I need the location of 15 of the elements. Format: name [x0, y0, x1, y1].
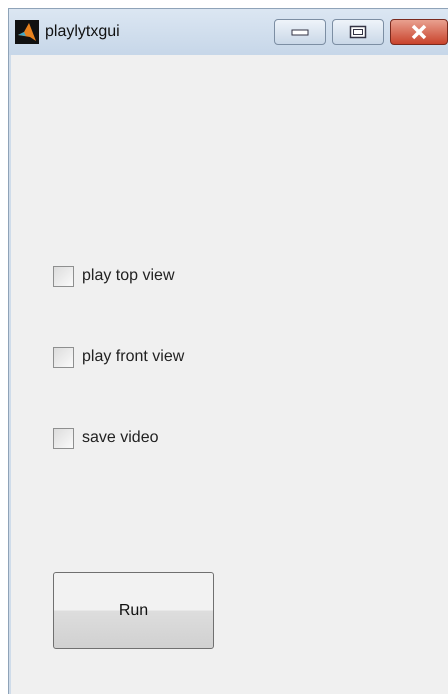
- maximize-button[interactable]: [332, 19, 384, 45]
- minimize-icon: [291, 28, 309, 36]
- checkbox-label: save video: [82, 428, 158, 448]
- run-button[interactable]: Run: [53, 572, 214, 649]
- checkbox[interactable]: [53, 346, 74, 368]
- maximize-icon: [349, 25, 367, 39]
- close-icon: [409, 24, 429, 40]
- close-button[interactable]: [390, 19, 448, 45]
- checkbox-label: play front view: [82, 347, 184, 367]
- app-logo-icon: [15, 20, 39, 44]
- checkbox-label: play top view: [82, 266, 174, 286]
- window-title: playlytxgui: [45, 22, 121, 42]
- minimize-button[interactable]: [274, 19, 326, 45]
- checkbox[interactable]: [53, 428, 74, 448]
- checkbox[interactable]: [53, 266, 74, 286]
